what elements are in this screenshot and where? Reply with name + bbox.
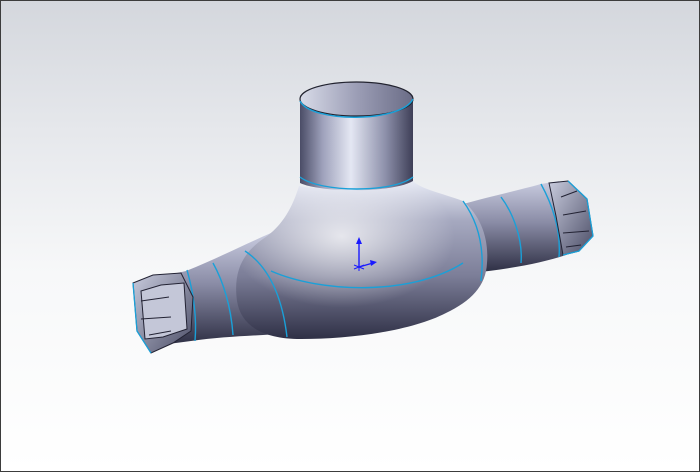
graphics-viewport[interactable] [0,0,700,472]
model-canvas[interactable] [1,1,699,471]
central-body[interactable] [236,181,488,339]
vertical-pipe[interactable] [299,81,414,191]
left-end-cap-opening [140,282,188,340]
body-highlight [236,181,488,339]
